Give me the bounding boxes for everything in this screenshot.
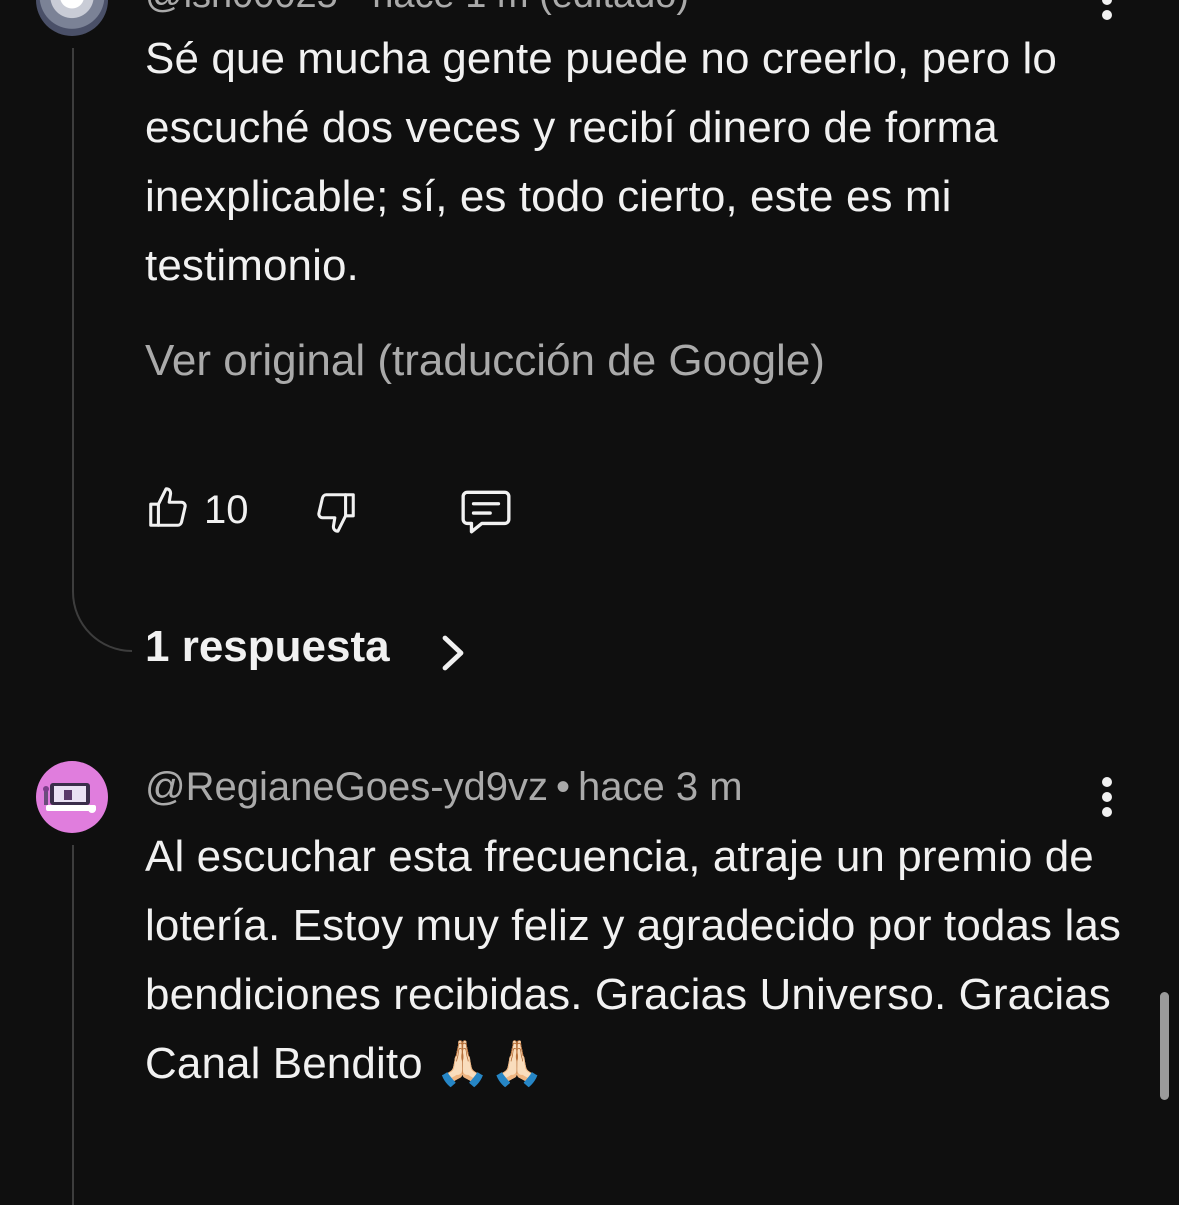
avatar[interactable] bbox=[36, 0, 108, 36]
thread-line bbox=[72, 48, 132, 652]
avatar[interactable] bbox=[36, 761, 108, 833]
scrollbar[interactable] bbox=[1160, 992, 1169, 1100]
more-options-button[interactable] bbox=[1092, 777, 1122, 817]
dislike-button[interactable] bbox=[313, 488, 359, 536]
thread-line bbox=[72, 845, 74, 1205]
translation-toggle-link[interactable]: Ver original (traducción de Google) bbox=[145, 336, 825, 386]
thumb-down-icon bbox=[317, 493, 355, 533]
view-replies-chevron[interactable] bbox=[437, 632, 467, 674]
like-count: 10 bbox=[204, 488, 249, 532]
more-options-button[interactable] bbox=[1092, 0, 1122, 20]
comment-actions: 10 bbox=[145, 482, 565, 542]
like-button[interactable] bbox=[145, 484, 191, 532]
comment-author[interactable]: @RegianeGoes-yd9vz bbox=[145, 765, 548, 809]
comment-header: @RegianeGoes-yd9vz • hace 3 m bbox=[145, 765, 743, 810]
reply-button[interactable] bbox=[459, 486, 513, 536]
comment-header: @lsh00025 • hace 1 m (editado) bbox=[145, 0, 689, 17]
view-replies-button[interactable]: 1 respuesta bbox=[145, 622, 390, 672]
comment-text: Sé que mucha gente puede no creerlo, per… bbox=[145, 34, 1057, 290]
chevron-right-icon bbox=[442, 635, 464, 671]
comment-text: Al escuchar esta frecuencia, atraje un p… bbox=[145, 832, 1122, 1088]
comment-reply-icon bbox=[461, 490, 511, 534]
header-separator: • bbox=[556, 765, 571, 809]
thumb-up-icon bbox=[149, 487, 187, 527]
comment-timestamp: hace 3 m bbox=[578, 765, 743, 809]
